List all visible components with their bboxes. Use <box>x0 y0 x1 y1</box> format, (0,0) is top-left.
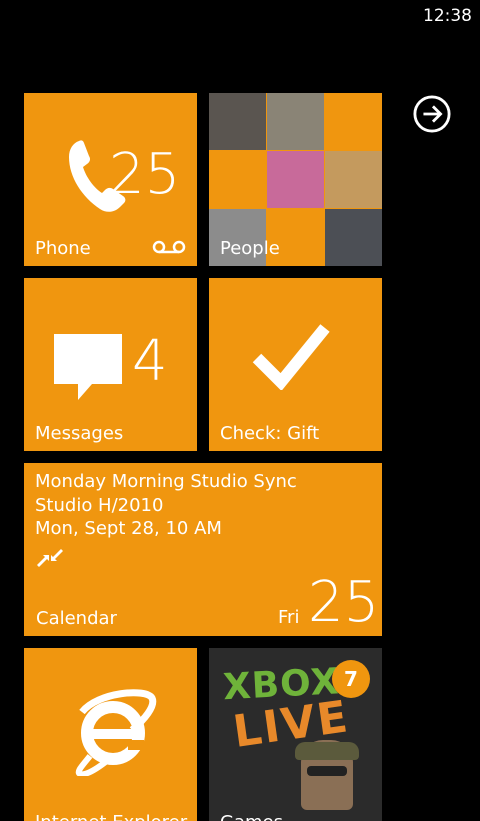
calendar-day: Fri <box>278 607 300 628</box>
people-label: People <box>220 238 280 259</box>
internet-explorer-icon <box>75 689 157 776</box>
people-tile[interactable]: People <box>209 93 382 266</box>
phone-label: Phone <box>35 238 91 259</box>
games-badge: 7 <box>332 660 370 698</box>
xbox-live-logo: XBOX LIVE <box>222 661 352 758</box>
phone-missed-count: 25 <box>109 142 181 207</box>
calendar-label: Calendar <box>36 608 117 629</box>
person-photo <box>325 151 382 208</box>
person-photo <box>209 93 266 150</box>
phone-tile[interactable]: 25 Phone <box>24 93 197 266</box>
checkmark-icon <box>252 324 330 390</box>
games-tile[interactable]: XBOX LIVE 7 Games <box>209 648 382 821</box>
person-photo <box>325 209 382 266</box>
avatar-hat <box>295 742 359 760</box>
messages-tile[interactable]: 4 Messages <box>24 278 197 451</box>
empty-cell <box>209 151 266 208</box>
games-badge-count: 7 <box>344 667 358 691</box>
messages-count: 4 <box>132 329 168 394</box>
games-label: Games <box>220 812 283 821</box>
avatar-glasses <box>307 766 347 776</box>
event-location: Studio H/2010 <box>35 495 164 516</box>
message-bubble-icon <box>54 334 122 400</box>
check-gift-label: Check: Gift <box>220 423 320 444</box>
calendar-tile[interactable]: Monday Morning Studio Sync Studio H/2010… <box>24 463 382 636</box>
person-photo <box>267 93 324 150</box>
arrow-right-circle-icon[interactable] <box>413 95 451 133</box>
event-time: Mon, Sept 28, 10 AM <box>35 518 222 539</box>
event-title: Monday Morning Studio Sync <box>35 471 297 492</box>
internet-explorer-tile[interactable]: Internet Explorer <box>24 648 197 821</box>
voicemail-icon <box>152 240 186 254</box>
collapse-arrows-icon <box>37 549 63 567</box>
calendar-date: 25 <box>308 570 380 635</box>
internet-explorer-label: Internet Explorer <box>35 812 187 821</box>
status-time: 12:38 <box>423 6 472 26</box>
messages-label: Messages <box>35 423 124 444</box>
person-photo <box>267 151 324 208</box>
check-gift-tile[interactable]: Check: Gift <box>209 278 382 451</box>
empty-cell <box>325 93 382 150</box>
